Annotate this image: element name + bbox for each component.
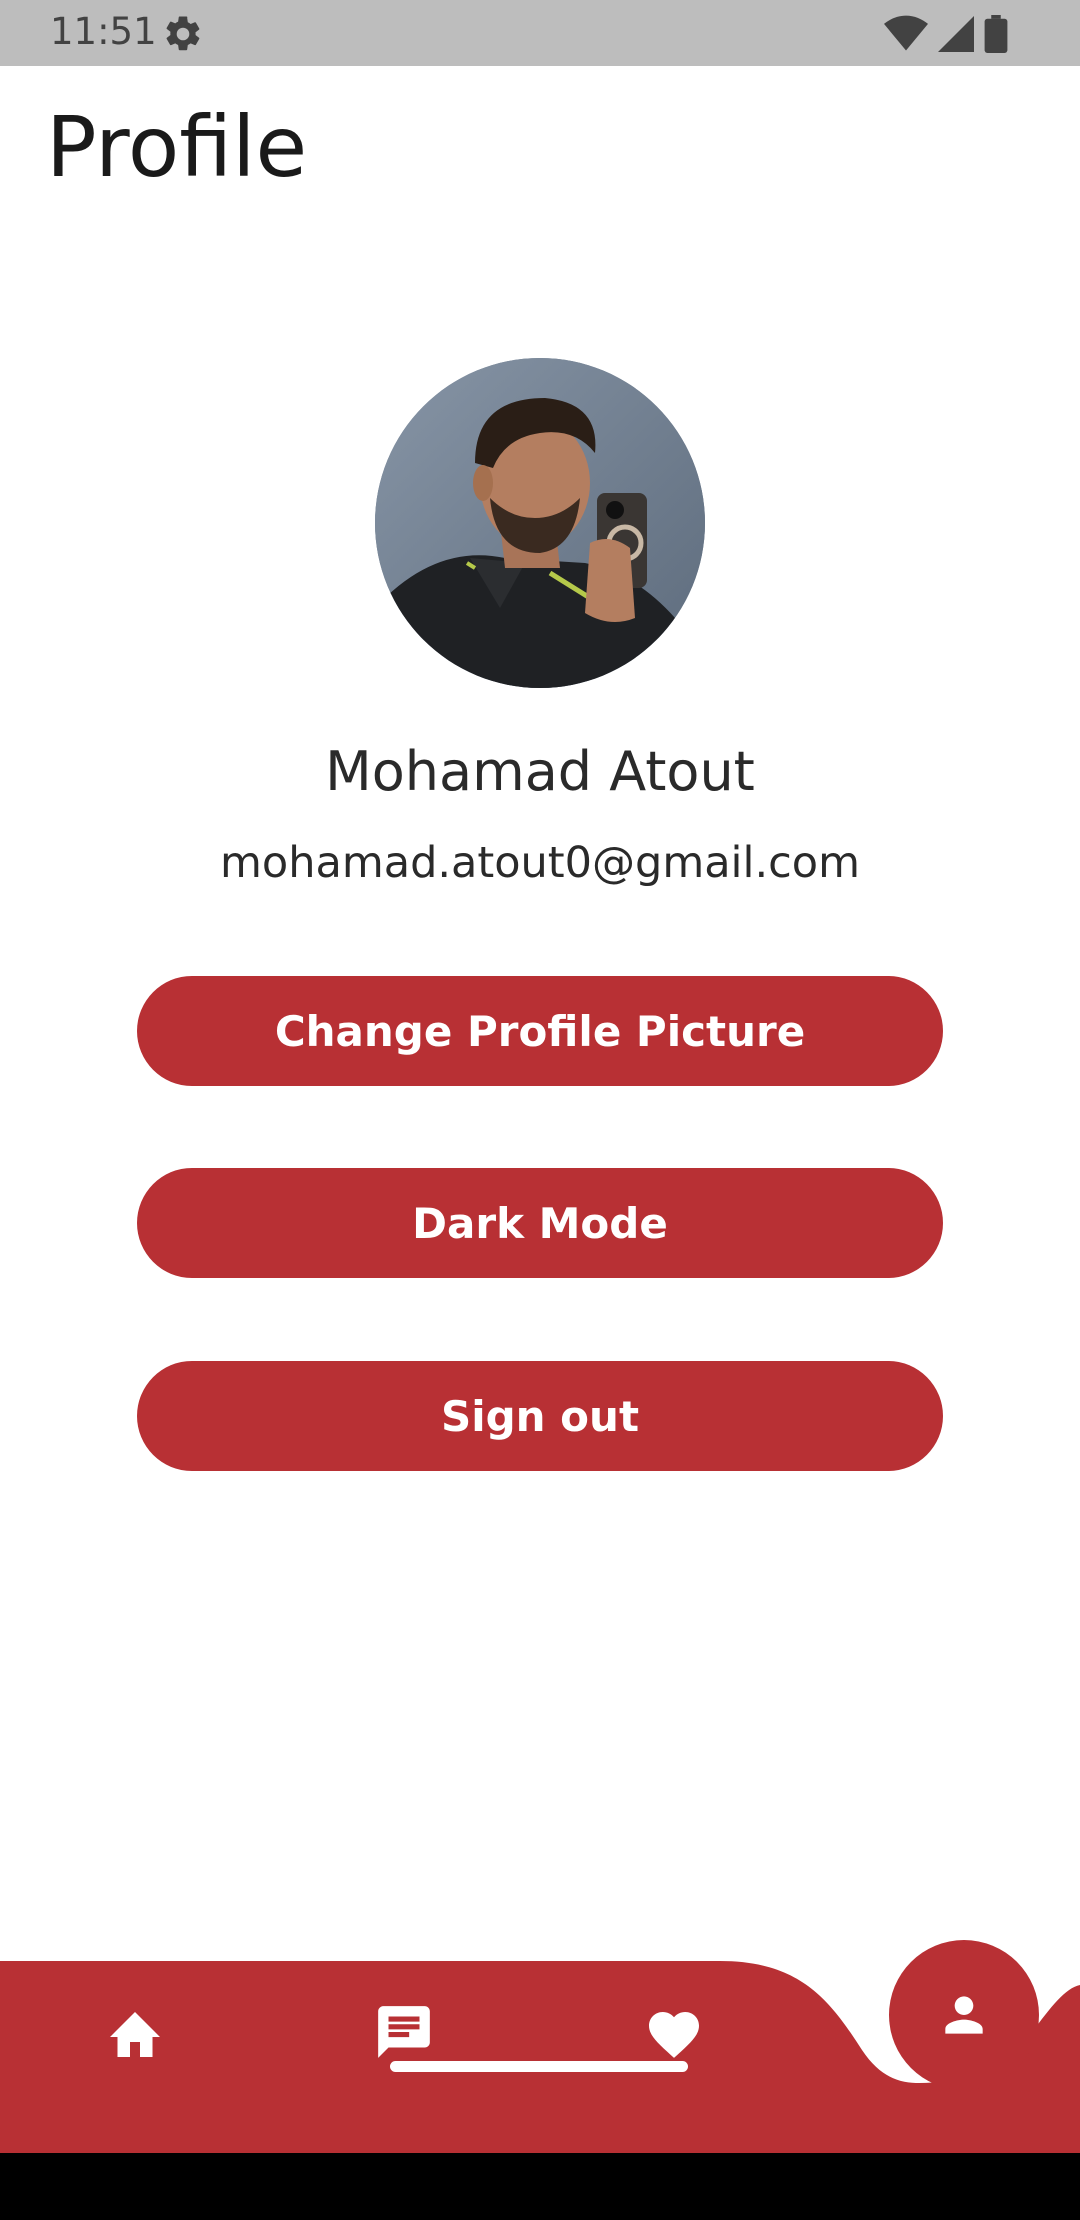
sign-out-button[interactable]: Sign out [137, 1361, 943, 1471]
gesture-handle[interactable] [390, 2061, 688, 2072]
wifi-icon [884, 15, 928, 51]
signal-icon [938, 16, 974, 52]
status-icons [884, 14, 1008, 54]
profile-name: Mohamad Atout [325, 740, 755, 803]
home-icon [110, 2012, 160, 2057]
page-title: Profile [46, 98, 308, 196]
system-navigation-bar [0, 2153, 1080, 2220]
battery-icon [984, 15, 1008, 53]
profile-email: mohamad.atout0@gmail.com [220, 838, 860, 888]
nav-home[interactable] [95, 1992, 175, 2072]
bottom-navigation [0, 1940, 1080, 2155]
dark-mode-button[interactable]: Dark Mode [137, 1168, 943, 1278]
person-icon [945, 1996, 983, 2034]
status-time: 11:51 [50, 10, 157, 53]
avatar [375, 358, 705, 688]
profile-screen: 11:51 Profile Mohamad Atout mohamad.atou… [0, 0, 1080, 2220]
nav-profile[interactable] [889, 1940, 1039, 2090]
change-profile-picture-button[interactable]: Change Profile Picture [137, 976, 943, 1086]
chat-icon [378, 2006, 430, 2058]
nav-messages[interactable] [364, 1992, 444, 2072]
profile-photo [375, 358, 705, 688]
gear-icon [166, 16, 200, 51]
heart-icon [649, 2012, 699, 2058]
nav-favorites[interactable] [634, 1992, 714, 2072]
status-bar: 11:51 [0, 0, 1080, 66]
